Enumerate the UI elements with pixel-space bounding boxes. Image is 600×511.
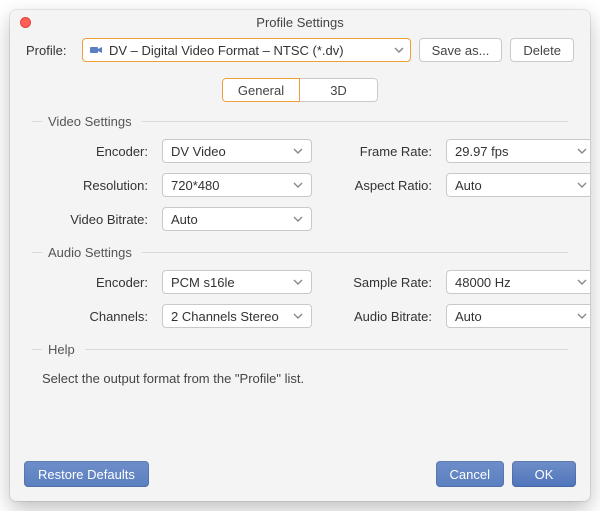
titlebar: Profile Settings [10,10,590,34]
channels-label: Channels: [40,309,150,324]
video-bitrate-label: Video Bitrate: [40,212,150,227]
profile-row: Profile: DV – Digital Video Format – NTS… [26,38,574,62]
help-header: Help [32,342,568,357]
save-as-button[interactable]: Save as... [419,38,503,62]
chevron-down-icon [577,180,587,190]
chevron-down-icon [293,180,303,190]
frame-rate-select[interactable]: 29.97 fps [446,139,590,163]
resolution-label: Resolution: [40,178,150,193]
profile-settings-window: Profile Settings Profile: DV – Digital V… [10,10,590,501]
footer: Restore Defaults Cancel OK [10,451,590,501]
profile-label: Profile: [26,43,74,58]
tab-bar: General 3D [26,78,574,102]
audio-settings-group: Audio Settings Encoder: PCM s16le Sample… [32,245,568,328]
aspect-ratio-label: Aspect Ratio: [324,178,434,193]
video-bitrate-select[interactable]: Auto [162,207,312,231]
chevron-down-icon [577,146,587,156]
audio-bitrate-select[interactable]: Auto [446,304,590,328]
sample-rate-label: Sample Rate: [324,275,434,290]
profile-combo[interactable]: DV – Digital Video Format – NTSC (*.dv) [82,38,411,62]
aspect-ratio-select[interactable]: Auto [446,173,590,197]
chevron-down-icon [394,45,404,55]
video-settings-header: Video Settings [32,114,568,129]
audio-encoder-label: Encoder: [40,275,150,290]
ok-button[interactable]: OK [512,461,576,487]
cancel-button[interactable]: Cancel [436,461,504,487]
camera-icon [89,44,103,56]
tab-3d[interactable]: 3D [300,78,378,102]
window-title: Profile Settings [256,15,343,30]
frame-rate-label: Frame Rate: [324,144,434,159]
chevron-down-icon [577,277,587,287]
audio-encoder-select[interactable]: PCM s16le [162,270,312,294]
chevron-down-icon [293,277,303,287]
restore-defaults-button[interactable]: Restore Defaults [24,461,149,487]
audio-settings-header: Audio Settings [32,245,568,260]
profile-value: DV – Digital Video Format – NTSC (*.dv) [109,43,344,58]
tab-general[interactable]: General [222,78,300,102]
channels-select[interactable]: 2 Channels Stereo [162,304,312,328]
chevron-down-icon [293,146,303,156]
resolution-select[interactable]: 720*480 [162,173,312,197]
close-icon[interactable] [20,17,31,28]
window-controls [20,17,31,28]
video-settings-group: Video Settings Encoder: DV Video Frame R… [32,114,568,231]
chevron-down-icon [293,214,303,224]
chevron-down-icon [293,311,303,321]
video-encoder-select[interactable]: DV Video [162,139,312,163]
sample-rate-select[interactable]: 48000 Hz [446,270,590,294]
help-text: Select the output format from the "Profi… [32,367,568,386]
help-group: Help Select the output format from the "… [32,342,568,386]
delete-button[interactable]: Delete [510,38,574,62]
chevron-down-icon [577,311,587,321]
video-encoder-label: Encoder: [40,144,150,159]
content-area: Profile: DV – Digital Video Format – NTS… [10,34,590,451]
audio-bitrate-label: Audio Bitrate: [324,309,434,324]
